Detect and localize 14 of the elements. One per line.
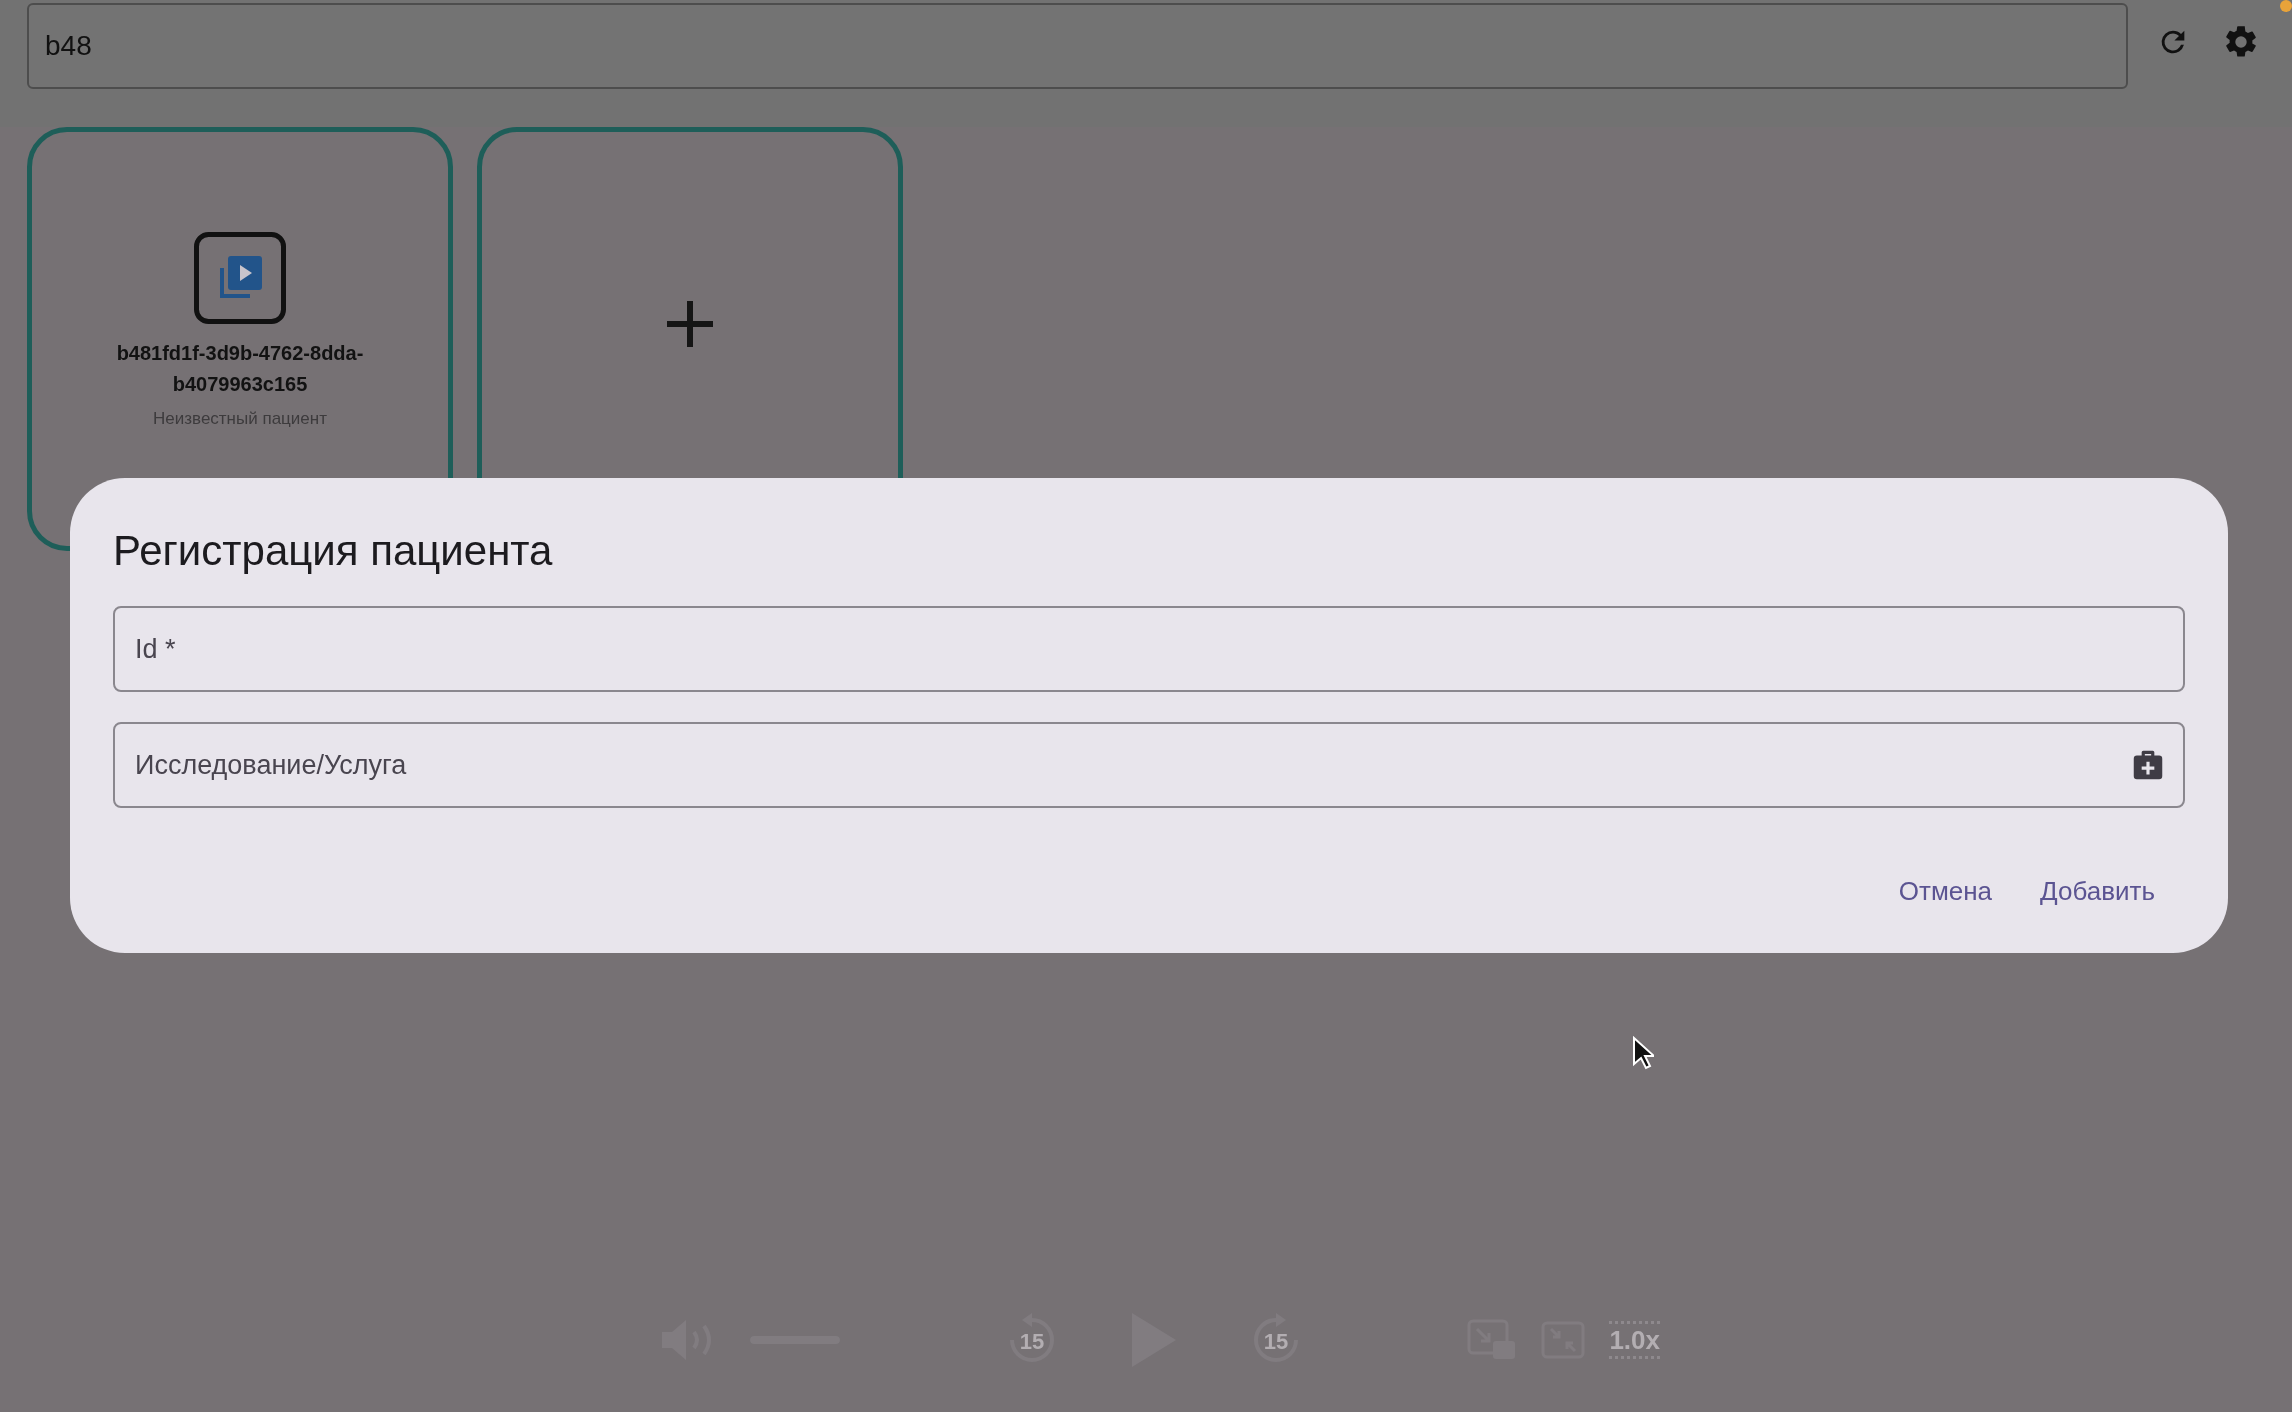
skip-forward-button[interactable]: 15 <box>1247 1312 1304 1368</box>
search-field[interactable]: b48 <box>27 3 2128 89</box>
playback-speed-button[interactable]: 1.0x <box>1609 1321 1660 1359</box>
text-field[interactable]: Исследование/Услуга <box>113 722 2185 809</box>
dialog-button[interactable]: Добавить <box>2020 864 2175 920</box>
plus-icon <box>667 301 713 347</box>
notification-dot-icon <box>2280 0 2292 12</box>
patient-name: Неизвестный пациент <box>152 408 328 430</box>
dialog-button[interactable]: Отмена <box>1878 864 2013 920</box>
mouse-cursor-icon <box>1632 1036 1654 1070</box>
video-file-icon <box>194 232 286 324</box>
patient-id: b481fd1f-3d9b-4762-8dda-b4079963c165 <box>115 341 365 397</box>
text-field[interactable]: Id * <box>113 606 2185 693</box>
skip-back-button[interactable]: 15 <box>1003 1312 1060 1368</box>
